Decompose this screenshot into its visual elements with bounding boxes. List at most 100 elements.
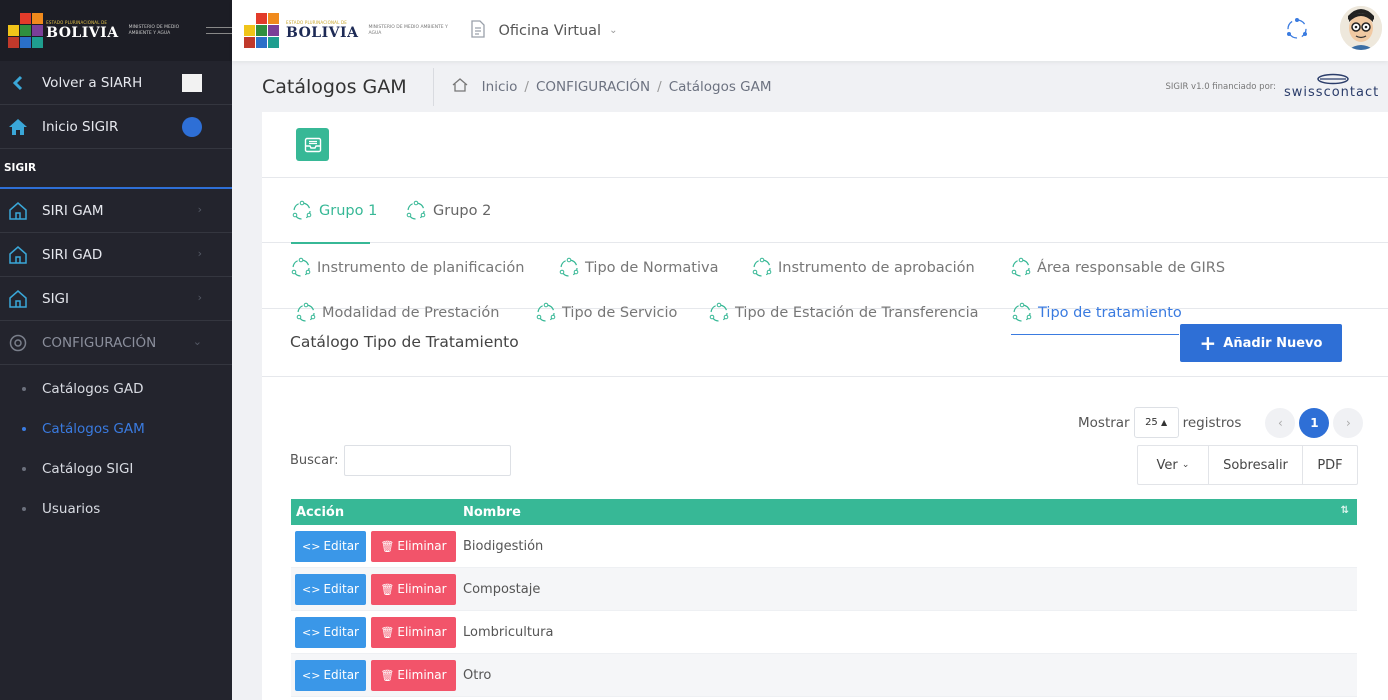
search-control: Buscar:: [290, 445, 511, 476]
share-icon: [1011, 257, 1031, 277]
avatar[interactable]: [1340, 6, 1382, 50]
subtab-tipo-normativa[interactable]: Tipo de Normativa: [558, 257, 718, 279]
brand-ministry: Ministerio de Medio Ambiente y Agua: [368, 24, 448, 36]
sidebar-item-label: SIRI GAM: [42, 202, 104, 219]
subtab-tipo-estacion-transferencia[interactable]: Tipo de Estación de Transferencia: [708, 302, 979, 324]
sidebar-item-label: Inicio SIGIR: [42, 118, 119, 135]
group-tabs: Grupo 1 Grupo 2: [262, 178, 1388, 244]
share-icon[interactable]: [1284, 16, 1310, 42]
top-bar: ESTADO PLURINACIONAL DE BOLIVIA Minister…: [232, 0, 1388, 61]
sort-icon[interactable]: ⇅: [1341, 505, 1349, 516]
breadcrumb-item: Catálogos GAM: [668, 78, 772, 95]
sidebar-item-siri-gam[interactable]: SIRI GAM ›: [0, 189, 232, 233]
catalog-card: Grupo 1 Grupo 2 Instrumento de planifica…: [262, 112, 1388, 700]
sponsor-name: swisscontact: [1284, 85, 1380, 100]
table-header: Acción Nombre ⇅: [291, 499, 1357, 525]
inbox-button[interactable]: [296, 128, 329, 161]
share-icon: [536, 302, 556, 322]
brand-name: BOLIVIA: [46, 25, 119, 41]
tab-grupo-1[interactable]: Grupo 1: [291, 200, 377, 222]
delete-button[interactable]: 🗑 Eliminar: [371, 616, 456, 648]
subtab-tipo-servicio[interactable]: Tipo de Servicio: [535, 302, 677, 324]
edit-button[interactable]: <> Editar: [295, 616, 366, 648]
brand-name: BOLIVIA: [286, 25, 359, 41]
subtab-instrumento-aprobacion[interactable]: Instrumento de aprobación: [751, 257, 975, 279]
breadcrumb-item[interactable]: Inicio: [482, 79, 518, 95]
row-name: Biodigestión: [463, 538, 544, 554]
search-input[interactable]: [343, 445, 511, 476]
edit-button[interactable]: <> Editar: [295, 659, 366, 691]
edit-icon: <>: [302, 582, 321, 596]
sidebar-item-home[interactable]: Inicio SIGIR: [0, 105, 232, 149]
next-page-button[interactable]: ›: [1333, 407, 1364, 438]
subtab-label: Tipo de Estación de Transferencia: [735, 305, 979, 321]
chevron-down-icon[interactable]: ⌄: [609, 25, 617, 36]
search-label: Buscar:: [290, 453, 339, 468]
page-size-control: Mostrar 25 ▲ registros ‹ 1 ›: [1078, 407, 1367, 438]
tab-grupo-2[interactable]: Grupo 2: [405, 200, 491, 222]
prev-page-button[interactable]: ‹: [1265, 407, 1296, 438]
share-icon: [709, 302, 729, 322]
edit-icon: <>: [302, 668, 321, 682]
subtab-modalidad-prestacion[interactable]: Modalidad de Prestación: [295, 302, 499, 324]
house-outline-icon: [8, 201, 28, 221]
sidebar-section-title: SIGIR: [0, 149, 232, 189]
excel-export-button[interactable]: Sobresalir: [1209, 446, 1303, 484]
chevron-right-icon: ›: [197, 291, 202, 304]
tab-label: Grupo 2: [433, 203, 492, 219]
trash-icon: 🗑: [380, 539, 395, 553]
catalog-table: Acción Nombre ⇅ <> Editar 🗑 Eliminar Biodige…: [291, 499, 1357, 697]
subtab-label: Tipo de tratamiento: [1038, 305, 1182, 321]
gear-icon: [8, 333, 28, 353]
submenu-item-catalogo-sigi[interactable]: Catálogo SIGI: [0, 449, 232, 489]
sidebar-item-siri-gad[interactable]: SIRI GAD ›: [0, 233, 232, 277]
pdf-export-button[interactable]: PDF: [1303, 446, 1357, 484]
menu-toggle-icon[interactable]: [206, 22, 232, 39]
home-icon: [8, 117, 28, 137]
subtab-label: Tipo de Normativa: [585, 260, 719, 276]
sort-arrows-icon: ▲: [1160, 418, 1168, 427]
page-size-select[interactable]: 25 ▲: [1133, 407, 1179, 438]
add-new-button[interactable]: + Añadir Nuevo: [1180, 324, 1342, 362]
view-dropdown-button[interactable]: Ver ⌄: [1138, 446, 1209, 484]
subtab-label: Tipo de Servicio: [562, 305, 678, 321]
edit-button[interactable]: <> Editar: [295, 530, 366, 562]
add-new-label: Añadir Nuevo: [1223, 335, 1323, 351]
module-dropdown[interactable]: Oficina Virtual: [498, 23, 601, 39]
brand-ministry: Ministerio de Medio Ambiente y Agua: [128, 24, 180, 36]
bolivia-logo: [244, 12, 280, 49]
delete-button[interactable]: 🗑 Eliminar: [371, 530, 456, 562]
edit-button[interactable]: <> Editar: [295, 573, 366, 605]
sidebar-item-configuracion[interactable]: CONFIGURACIÓN ⌄: [0, 321, 232, 365]
page-header: Catálogos GAM Inicio / CONFIGURACIÓN / C…: [232, 61, 1388, 112]
share-icon: [559, 257, 579, 277]
delete-button[interactable]: 🗑 Eliminar: [371, 659, 456, 691]
export-buttons: Ver ⌄ Sobresalir PDF: [1137, 445, 1358, 485]
top-brand: ESTADO PLURINACIONAL DE BOLIVIA Minister…: [244, 12, 448, 49]
document-icon: [470, 19, 486, 42]
delete-button[interactable]: 🗑 Eliminar: [371, 573, 456, 605]
edit-icon: <>: [302, 625, 321, 639]
edit-icon: <>: [302, 539, 321, 553]
breadcrumb-item[interactable]: CONFIGURACIÓN: [536, 79, 650, 95]
chevron-right-icon: ›: [197, 203, 202, 216]
sidebar-item-back[interactable]: Volver a SIARH: [0, 61, 232, 105]
home-icon[interactable]: [452, 77, 468, 96]
subtab-area-responsable[interactable]: Área responsable de GIRS: [1010, 257, 1225, 279]
column-header-accion[interactable]: Acción: [291, 505, 463, 520]
submenu-item-usuarios[interactable]: Usuarios: [0, 489, 232, 529]
sidebar-item-label: CONFIGURACIÓN: [42, 334, 157, 351]
subtab-instrumento-planificacion[interactable]: Instrumento de planificación: [290, 257, 524, 279]
row-name: Compostaje: [463, 581, 541, 597]
page-button[interactable]: 1: [1299, 407, 1330, 438]
records-label: registros: [1182, 414, 1242, 431]
subtab-tipo-tratamiento[interactable]: Tipo de tratamiento: [1011, 302, 1182, 324]
sidebar-brand: ESTADO PLURINACIONAL DE BOLIVIA Minister…: [0, 0, 232, 61]
sidebar-item-label: Volver a SIARH: [42, 74, 143, 91]
column-header-nombre[interactable]: Nombre: [463, 505, 521, 520]
sidebar-item-label: SIRI GAD: [42, 246, 103, 263]
sidebar-item-sigi[interactable]: SIGI ›: [0, 277, 232, 321]
submenu-item-catalogos-gam[interactable]: Catálogos GAM: [0, 409, 232, 449]
table-row: <> Editar 🗑 Eliminar Biodigestión: [291, 525, 1357, 568]
submenu-item-catalogos-gad[interactable]: Catálogos GAD: [0, 369, 232, 409]
